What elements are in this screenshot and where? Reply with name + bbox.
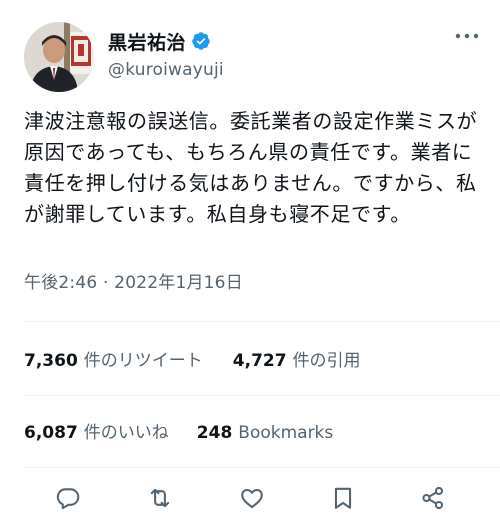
divider — [24, 321, 500, 322]
retweets-label: 件のリツイート — [83, 351, 203, 371]
reply-icon — [56, 488, 80, 510]
display-name[interactable]: 黒岩祐治 — [108, 28, 186, 55]
retweets-stat[interactable]: 7,360 件のリツイート — [24, 346, 203, 371]
more-dots-icon — [455, 33, 479, 39]
divider — [24, 395, 500, 396]
quotes-count: 4,727 — [232, 351, 287, 371]
tweet-text: 津波注意報の誤送信。委託業者の設定作業ミスが原因であっても、もちろん県の責任です… — [24, 109, 478, 226]
bookmarks-label: Bookmarks — [238, 423, 334, 443]
reply-button[interactable] — [54, 484, 82, 512]
likes-stat[interactable]: 6,087 件のいいね — [24, 418, 169, 443]
avatar[interactable] — [24, 22, 94, 92]
bookmark-icon — [334, 487, 352, 509]
retweet-button[interactable] — [146, 484, 174, 512]
bookmarks-count: 248 — [196, 423, 233, 443]
likes-count: 6,087 — [24, 423, 78, 443]
stats-row-retweets-quotes: 7,360 件のリツイート 4,727 件の引用 — [24, 346, 361, 371]
bookmarks-stat[interactable]: 248 Bookmarks — [197, 423, 333, 443]
display-name-row: 黒岩祐治 — [108, 28, 224, 54]
share-button[interactable] — [419, 484, 447, 512]
verified-badge-icon — [192, 32, 210, 50]
user-handle[interactable]: @kuroiwayuji — [108, 60, 224, 80]
retweet-icon — [150, 488, 170, 508]
heart-icon — [241, 488, 263, 509]
divider — [24, 467, 500, 468]
tweet-timestamp[interactable]: 午後2:46 · 2022年1月16日 — [24, 268, 243, 293]
quotes-label: 件の引用 — [292, 351, 361, 371]
like-button[interactable] — [238, 484, 266, 512]
tweet-detail: 黒岩祐治 @kuroiwayuji 津波注意報の誤送信。委託業者の設定作業ミスが… — [0, 0, 500, 525]
tweet-header: 黒岩祐治 @kuroiwayuji — [24, 22, 480, 92]
likes-label: 件のいいね — [83, 423, 169, 443]
share-icon — [422, 486, 444, 510]
avatar-photo — [24, 22, 94, 92]
user-info: 黒岩祐治 @kuroiwayuji — [108, 28, 224, 81]
more-options-button[interactable] — [454, 26, 480, 46]
bookmark-button[interactable] — [329, 484, 357, 512]
action-bar — [0, 470, 500, 526]
retweets-count: 7,360 — [24, 351, 78, 371]
quotes-stat[interactable]: 4,727 件の引用 — [233, 346, 361, 371]
stats-row-likes-bookmarks: 6,087 件のいいね 248 Bookmarks — [24, 418, 333, 443]
